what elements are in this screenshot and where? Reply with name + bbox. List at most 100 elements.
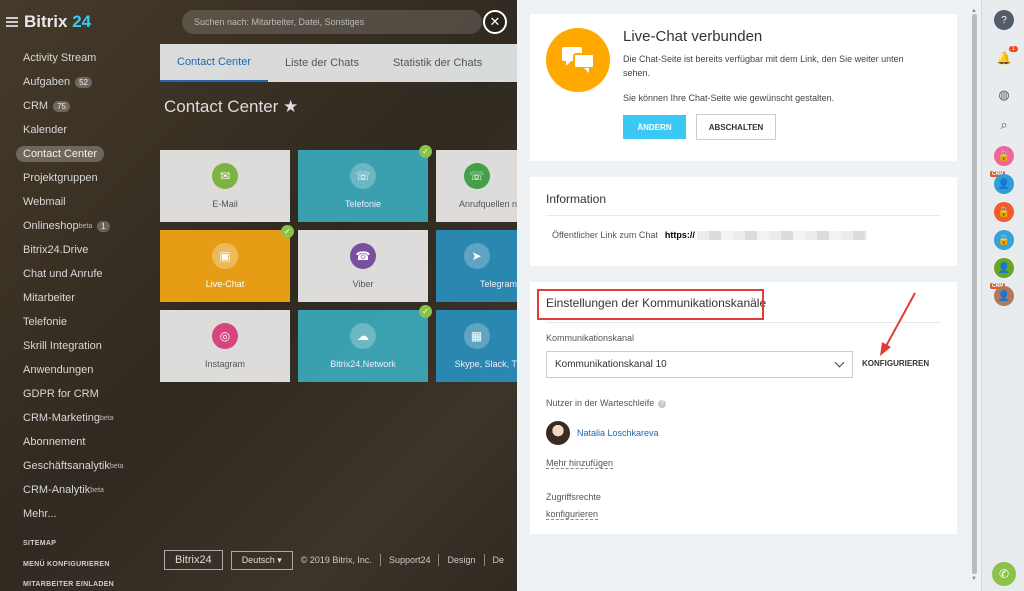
brand-name: Bitrix 24 [24, 12, 92, 31]
search-input[interactable] [182, 10, 482, 34]
left-menu: Activity Stream Aufgaben 52 CRM 75 Kalende… [0, 46, 150, 526]
call-source-icon: ☏ [463, 163, 490, 189]
copyright: © 2019 Bitrix, Inc. [300, 555, 372, 565]
more-footer-link[interactable]: De [493, 555, 505, 565]
help-circle-icon[interactable]: ? [994, 10, 1014, 30]
sitemap-link[interactable]: SITEMAP [23, 540, 56, 547]
access-label: Zugriffsrechte [546, 492, 601, 502]
disable-button[interactable]: ABSCHALTEN [696, 114, 776, 140]
menu-item-skrill[interactable]: Skrill Integration [0, 334, 150, 358]
beta-label: beta [100, 414, 114, 422]
channel-select[interactable]: Kommunikationskanal 10 [546, 351, 853, 378]
tab-contact-center[interactable]: Contact Center [160, 44, 268, 82]
status-description-2: Sie können Ihre Chat-Seite wie gewünscht… [623, 93, 835, 103]
menu-item-aufgaben[interactable]: Aufgaben 52 [0, 70, 150, 94]
tile-viber[interactable]: ☎ Viber [298, 230, 428, 302]
blurred-url [696, 230, 867, 240]
notifications-button[interactable]: 🔔 1 [994, 46, 1018, 68]
tile-network[interactable]: ☁ Bitrix24.Network ✓ [298, 305, 432, 382]
tab-chat-list[interactable]: Liste der Chats [268, 44, 376, 82]
avatar [546, 421, 570, 445]
tile-anrufquellen[interactable]: ☏ Anrufquellen n [436, 150, 517, 222]
configure-button[interactable]: KONFIGURIEREN [862, 359, 929, 368]
language-select[interactable]: Deutsch ▾ [230, 550, 293, 570]
menu-icon[interactable] [6, 17, 18, 27]
tab-chat-stats[interactable]: Statistik der Chats [376, 44, 499, 82]
scroll-thumb[interactable] [972, 14, 977, 574]
contact-icon[interactable]: 👤 [994, 286, 1014, 306]
invite-link[interactable]: MITARBEITER EINLADEN [23, 581, 114, 588]
beta-label: beta [90, 486, 104, 494]
tile-skype[interactable]: ▦ Skype, Slack, T [436, 310, 517, 382]
contact-icon[interactable]: 👤 [994, 174, 1014, 194]
cloud-icon: ☁ [350, 323, 376, 349]
panel-scrollbar[interactable]: ▲ ▼ [970, 8, 979, 583]
search-box[interactable] [182, 10, 482, 34]
help-icon[interactable]: ? [658, 399, 667, 408]
telegram-icon: ➤ [463, 243, 490, 269]
access-configure-link[interactable]: konfigurieren [546, 509, 599, 520]
beta-label: beta [109, 462, 124, 470]
app-logo[interactable]: Bitrix 24 [6, 12, 91, 32]
public-link-label: Öffentlicher Link zum Chat [552, 230, 658, 240]
menu-item-crm[interactable]: CRM 75 [0, 94, 150, 118]
public-link-value[interactable]: https:// [665, 230, 695, 240]
design-link[interactable]: Design [447, 555, 475, 565]
tile-email[interactable]: ✉ E-Mail [160, 150, 290, 222]
contact-icon[interactable]: 👤 [994, 258, 1014, 278]
close-slider-button[interactable]: ✕ [483, 10, 507, 34]
counter-badge: 75 [53, 100, 70, 112]
menu-item-chat[interactable]: Chat und Anrufe [0, 262, 150, 286]
lock-icon[interactable]: 🔒 [994, 202, 1014, 222]
beta-label: beta [78, 222, 93, 230]
page-title: Contact Center ★ [164, 97, 299, 116]
divider [438, 554, 440, 566]
tile-telegram[interactable]: ➤ Telegram [436, 230, 517, 302]
close-icon: ✕ [489, 14, 501, 29]
status-title: Live-Chat verbunden [623, 28, 763, 45]
instagram-icon: ◎ [212, 323, 238, 349]
menu-item-kalender[interactable]: Kalender [0, 118, 150, 142]
add-more-link[interactable]: Mehr hinzufügen [546, 458, 614, 469]
menu-item-gdpr[interactable]: GDPR for CRM [0, 382, 150, 406]
menu-item-activity-stream[interactable]: Activity Stream [0, 46, 150, 70]
menu-item-drive[interactable]: Bitrix24.Drive [0, 238, 150, 262]
menu-item-telefonie[interactable]: Telefonie [0, 310, 150, 334]
support-link[interactable]: Support24 [389, 555, 431, 565]
menu-item-mitarbeiter[interactable]: Mitarbeiter [0, 286, 150, 310]
queue-user: Natalia Loschkareva [546, 421, 659, 445]
chat-icon: ▣ [212, 243, 238, 269]
menu-item-crm-analytik[interactable]: CRM-Analytik beta [0, 478, 150, 502]
messages-icon[interactable]: ◍ [994, 85, 1014, 105]
phone-call-button[interactable]: ✆ [992, 562, 1016, 586]
footer-logo[interactable]: Bitrix24 [164, 550, 223, 570]
menu-item-projektgruppen[interactable]: Projektgruppen [0, 166, 150, 190]
lock-icon[interactable]: 🔒 [994, 230, 1014, 250]
menu-item-onlineshop[interactable]: Onlineshop beta 1 [0, 214, 150, 238]
tile-telefonie[interactable]: ☏ Telefonie ✓ [298, 145, 432, 222]
info-card: Information Öffentlicher Link zum Chat h… [530, 177, 957, 266]
live-chat-icon [546, 28, 610, 92]
bell-icon: 🔔 [996, 51, 1012, 65]
menu-item-abonnement[interactable]: Abonnement [0, 430, 150, 454]
menu-item-webmail[interactable]: Webmail [0, 190, 150, 214]
counter-badge: 52 [75, 76, 93, 88]
change-button[interactable]: ÄNDERN [623, 115, 686, 139]
tile-instagram[interactable]: ◎ Instagram [160, 310, 290, 382]
search-icon[interactable]: ⌕ [994, 115, 1014, 135]
menu-item-contact-center[interactable]: Contact Center [0, 142, 150, 166]
menu-item-geschaeftsanalytik[interactable]: Geschäftsanalytik beta [0, 454, 150, 478]
menu-item-mehr[interactable]: Mehr... [0, 502, 150, 526]
menu-config-link[interactable]: MENÜ KONFIGURIEREN [23, 561, 110, 568]
menu-item-anwendungen[interactable]: Anwendungen [0, 358, 150, 382]
viber-icon: ☎ [350, 243, 376, 269]
scroll-down-icon[interactable]: ▼ [971, 576, 977, 582]
chevron-down-icon: ▾ [277, 554, 282, 565]
info-title: Information [546, 192, 607, 206]
notification-count: 1 [1008, 46, 1018, 52]
lock-icon[interactable]: 🔒 [994, 146, 1014, 166]
menu-item-crm-marketing[interactable]: CRM-Marketing beta [0, 406, 150, 430]
grid-icon: ▦ [463, 323, 490, 349]
tile-live-chat[interactable]: ▣ Live-Chat ✓ [160, 225, 294, 302]
user-name-link[interactable]: Natalia Loschkareva [577, 428, 659, 438]
